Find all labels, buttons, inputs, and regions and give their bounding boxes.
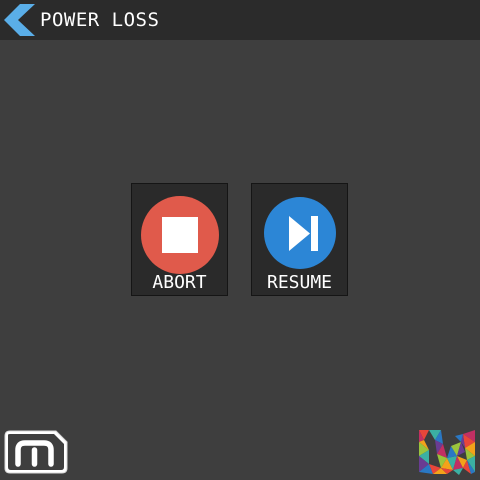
abort-button[interactable]: ABORT — [131, 183, 228, 296]
resume-label: RESUME — [266, 272, 333, 293]
header-bar: POWER LOSS — [0, 0, 480, 40]
chevron-left-icon — [4, 4, 35, 36]
stop-icon — [141, 196, 219, 274]
page-title: POWER LOSS — [40, 9, 160, 31]
power-loss-screen: POWER LOSS ABORT RESUME — [0, 0, 480, 480]
abort-label: ABORT — [152, 272, 207, 293]
m-logo-icon — [4, 430, 68, 474]
back-button[interactable] — [0, 0, 40, 40]
brand-logo-icon — [419, 428, 476, 476]
skip-forward-icon — [261, 196, 339, 274]
resume-button[interactable]: RESUME — [251, 183, 348, 296]
